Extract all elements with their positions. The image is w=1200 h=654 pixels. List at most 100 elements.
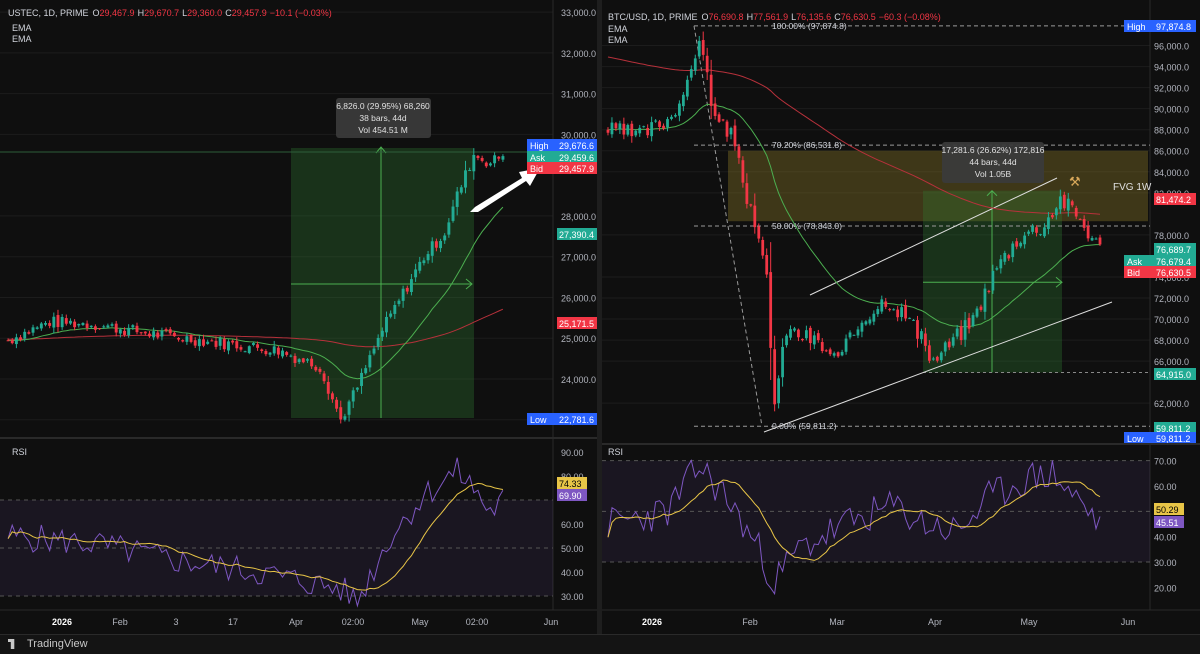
btc-candle <box>1039 234 1042 236</box>
btc-candle <box>916 320 919 339</box>
btc-candle <box>983 288 987 312</box>
btc-candle <box>753 205 757 228</box>
btc-candle <box>828 349 832 355</box>
tradingview-logo[interactable]: TradingView <box>8 638 88 650</box>
brand-label: TradingView <box>27 638 88 650</box>
btc-candle <box>880 299 884 312</box>
btcusd-chart-panel[interactable]: 96,000.0 94,000.0 92,000.0 90,000.0 88,000.0… <box>602 0 1200 634</box>
ustec-candle <box>297 359 301 363</box>
btc-candle <box>717 114 721 122</box>
ustec-candle <box>139 332 143 334</box>
btc-candle <box>1090 238 1094 241</box>
measure-tooltip-line3: Vol 454.51 M <box>358 125 408 135</box>
btc-candle <box>860 322 864 332</box>
btc-candle <box>745 183 749 204</box>
btc-candle <box>1027 231 1030 234</box>
btc-candle <box>900 307 904 318</box>
price-tick: 66,000.0 <box>1154 357 1189 367</box>
btc-candle <box>618 123 622 130</box>
btc-candle <box>1015 241 1019 247</box>
btc-candle <box>947 341 951 348</box>
ustec-candle <box>39 323 43 329</box>
ustec-candle <box>426 254 430 261</box>
ustec-candle <box>364 368 368 374</box>
price-label-ask: 29,459.6 <box>559 153 594 163</box>
ustec-candle <box>501 156 505 160</box>
price-tick: 88,000.0 <box>1154 126 1189 136</box>
ustec-candle <box>372 348 376 354</box>
btc-candle <box>975 308 979 317</box>
btc-candle <box>701 40 705 55</box>
header-chg: −10.1 (−0.03%) <box>270 8 332 18</box>
measure-tooltip-line1: 6,826.0 (29.95%) 68,260 <box>336 101 430 111</box>
price-label-low-tag: Low <box>530 415 547 425</box>
indicator-label: EMA <box>12 23 32 33</box>
btc-candle <box>693 58 697 71</box>
btc-candle <box>896 309 900 318</box>
ustec-candle <box>476 155 480 159</box>
ustec-candle <box>484 162 488 167</box>
ustec-candle <box>239 347 243 350</box>
btc-candle <box>836 352 840 357</box>
btc-candle <box>709 74 713 106</box>
ustec-candle <box>197 339 201 347</box>
btc-candle <box>808 327 812 344</box>
rsi-value: 45.51 <box>1156 518 1179 528</box>
measure-tooltip-line3: Vol 1.05B <box>975 169 1012 179</box>
ustec-chart[interactable]: 33,000.0 32,000.0 31,000.0 30,000.0 28,000.0… <box>0 0 597 634</box>
fib-level-label: 0.00% (59,811.2) <box>772 421 837 431</box>
btc-candle <box>741 160 745 183</box>
price-tick: 94,000.0 <box>1154 63 1189 73</box>
ustec-candle <box>231 340 235 343</box>
ustec-candle <box>127 327 131 336</box>
btc-candle <box>1062 194 1066 209</box>
rsi-tick: 40.00 <box>561 568 584 578</box>
btc-candle <box>912 319 915 321</box>
header-symbol: BTC/USD, 1D, PRIME <box>608 12 698 22</box>
btc-candle <box>737 146 741 158</box>
ustec-candle <box>401 288 405 301</box>
btc-candle <box>721 119 725 121</box>
ustec-candle <box>464 170 467 188</box>
ustec-candle <box>247 346 251 353</box>
ustec-candle <box>480 157 484 161</box>
rsi-tick: 20.00 <box>1154 583 1177 593</box>
ustec-candle <box>272 346 276 354</box>
btc-candle <box>610 122 614 135</box>
btc-candle <box>670 116 673 119</box>
ustec-candle <box>447 222 451 235</box>
ustec-candle <box>131 325 135 328</box>
btc-candle <box>1023 235 1027 245</box>
ustec-candle <box>434 241 438 248</box>
btcusd-chart[interactable]: 96,000.0 94,000.0 92,000.0 90,000.0 88,000.0… <box>602 0 1200 634</box>
indicator-label: EMA <box>12 34 32 44</box>
ustec-candle <box>89 325 93 327</box>
btc-candle <box>848 332 852 338</box>
header-h: 29,670.7 <box>144 8 179 18</box>
ustec-candle <box>68 320 72 324</box>
btc-candle <box>685 79 689 97</box>
price-tick: 31,000.0 <box>561 90 596 100</box>
btc-candle <box>697 40 701 57</box>
btc-candle <box>630 123 634 137</box>
ustec-candle <box>260 349 264 351</box>
price-label-bid-tag: Bid <box>1127 268 1140 278</box>
btc-candle <box>705 55 709 73</box>
ustec-chart-panel[interactable]: 33,000.0 32,000.0 31,000.0 30,000.0 28,000.0… <box>0 0 597 634</box>
ustec-candle <box>276 347 280 355</box>
header-symbol: USTEC, 1D, PRIME <box>8 8 89 18</box>
ustec-candle <box>322 373 326 382</box>
btc-candle <box>840 351 844 356</box>
ustec-candle <box>148 333 151 337</box>
price-tick: 78,000.0 <box>1154 231 1189 241</box>
ustec-candle <box>106 325 110 328</box>
price-label-ask-tag: Ask <box>530 153 546 163</box>
ustec-candle <box>6 340 10 342</box>
btc-candle <box>1054 208 1058 216</box>
ustec-candle <box>168 329 172 334</box>
chart-header: USTEC, 1D, PRIME O29,467.9 H29,670.7 L29,36… <box>8 8 332 18</box>
rsi-tick: 30.00 <box>561 592 584 602</box>
ustec-candle <box>222 338 226 350</box>
rsi-tick: 60.00 <box>1154 482 1177 492</box>
btc-candle <box>801 338 804 341</box>
